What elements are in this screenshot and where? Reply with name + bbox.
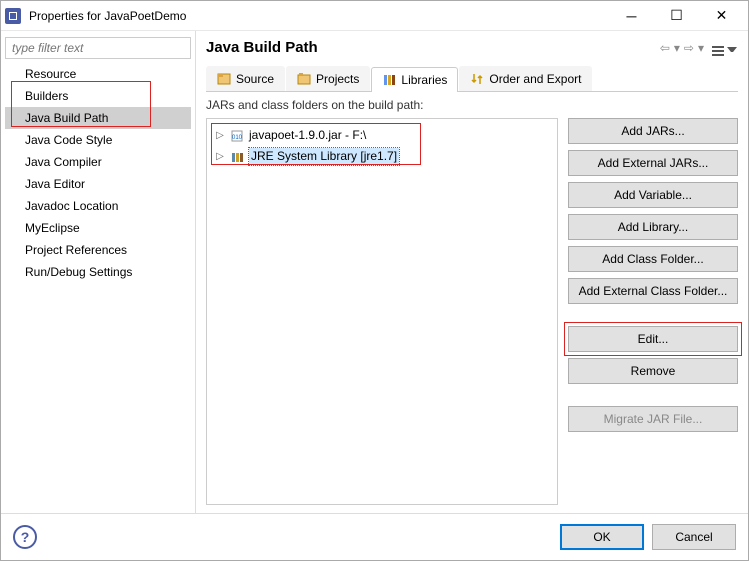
category-resource[interactable]: Resource: [5, 63, 191, 85]
category-java-compiler[interactable]: Java Compiler: [5, 151, 191, 173]
back-dropdown-icon[interactable]: ▾: [673, 41, 681, 55]
menu-icon[interactable]: [711, 41, 738, 55]
window-controls: ─ ☐ ✕: [609, 2, 744, 30]
cancel-button[interactable]: Cancel: [652, 524, 736, 550]
tab-label: Libraries: [401, 73, 447, 87]
tab-libraries[interactable]: Libraries: [371, 67, 458, 92]
add-library-button[interactable]: Add Library...: [568, 214, 738, 240]
expand-icon[interactable]: ▷: [215, 148, 225, 165]
back-icon[interactable]: ⇦: [659, 41, 671, 55]
category-list: Resource Builders Java Build Path Java C…: [5, 63, 191, 283]
page-header: Java Build Path ⇦▾ ⇨▾: [206, 39, 738, 56]
tab-label: Source: [236, 72, 274, 86]
order-icon: [470, 72, 484, 86]
footer-buttons: OK Cancel: [560, 524, 736, 550]
close-button[interactable]: ✕: [699, 2, 744, 30]
libraries-icon: [382, 73, 396, 87]
category-builders[interactable]: Builders: [5, 85, 191, 107]
tree-item-jar[interactable]: ▷ 010 javapoet-1.9.0.jar - F:\: [213, 125, 551, 146]
category-myeclipse[interactable]: MyEclipse: [5, 217, 191, 239]
expand-icon[interactable]: ▷: [215, 127, 225, 144]
category-javadoc-location[interactable]: Javadoc Location: [5, 195, 191, 217]
forward-icon[interactable]: ⇨: [683, 41, 695, 55]
library-icon: [229, 150, 245, 164]
window-title: Properties for JavaPoetDemo: [29, 9, 609, 23]
app-icon: [5, 8, 21, 24]
tab-bar: Source Projects Libraries Order and Expo…: [206, 66, 738, 92]
maximize-button[interactable]: ☐: [654, 2, 699, 30]
button-column: Add JARs... Add External JARs... Add Var…: [568, 118, 738, 505]
tree-item-label: javapoet-1.9.0.jar - F:\: [249, 127, 366, 144]
category-run-debug-settings[interactable]: Run/Debug Settings: [5, 261, 191, 283]
dialog-body: Resource Builders Java Build Path Java C…: [1, 31, 748, 513]
tab-label: Order and Export: [489, 72, 581, 86]
migrate-jar-button: Migrate JAR File...: [568, 406, 738, 432]
tab-label: Projects: [316, 72, 359, 86]
category-java-editor[interactable]: Java Editor: [5, 173, 191, 195]
edit-button[interactable]: Edit...: [568, 326, 738, 352]
page-title: Java Build Path: [206, 39, 659, 56]
jar-tree[interactable]: ▷ 010 javapoet-1.9.0.jar - F:\ ▷ JRE Sys…: [206, 118, 558, 505]
tab-order-export[interactable]: Order and Export: [459, 66, 592, 91]
dialog-footer: ? OK Cancel: [1, 513, 748, 560]
tree-item-jre[interactable]: ▷ JRE System Library [jre1.7]: [213, 146, 551, 167]
category-project-references[interactable]: Project References: [5, 239, 191, 261]
add-jars-button[interactable]: Add JARs...: [568, 118, 738, 144]
properties-window: Properties for JavaPoetDemo ─ ☐ ✕ Resour…: [0, 0, 749, 561]
projects-icon: [297, 72, 311, 86]
add-external-class-folder-button[interactable]: Add External Class Folder...: [568, 278, 738, 304]
section-label: JARs and class folders on the build path…: [206, 98, 738, 112]
filter-input[interactable]: [5, 37, 191, 59]
main-area: ▷ 010 javapoet-1.9.0.jar - F:\ ▷ JRE Sys…: [206, 118, 738, 505]
category-java-code-style[interactable]: Java Code Style: [5, 129, 191, 151]
jar-icon: 010: [229, 129, 245, 143]
category-pane: Resource Builders Java Build Path Java C…: [1, 31, 196, 513]
content-pane: Java Build Path ⇦▾ ⇨▾ Source Projects: [196, 31, 748, 513]
category-java-build-path[interactable]: Java Build Path: [5, 107, 191, 129]
source-icon: [217, 72, 231, 86]
add-external-jars-button[interactable]: Add External JARs...: [568, 150, 738, 176]
add-variable-button[interactable]: Add Variable...: [568, 182, 738, 208]
help-icon[interactable]: ?: [13, 525, 37, 549]
minimize-button[interactable]: ─: [609, 2, 654, 30]
tab-projects[interactable]: Projects: [286, 66, 370, 91]
add-class-folder-button[interactable]: Add Class Folder...: [568, 246, 738, 272]
remove-button[interactable]: Remove: [568, 358, 738, 384]
tree-item-label: JRE System Library [jre1.7]: [249, 148, 399, 165]
titlebar: Properties for JavaPoetDemo ─ ☐ ✕: [1, 1, 748, 31]
forward-dropdown-icon[interactable]: ▾: [697, 41, 705, 55]
nav-toolbar: ⇦▾ ⇨▾: [659, 41, 738, 55]
ok-button[interactable]: OK: [560, 524, 644, 550]
svg-text:010: 010: [232, 135, 243, 141]
tab-source[interactable]: Source: [206, 66, 285, 91]
